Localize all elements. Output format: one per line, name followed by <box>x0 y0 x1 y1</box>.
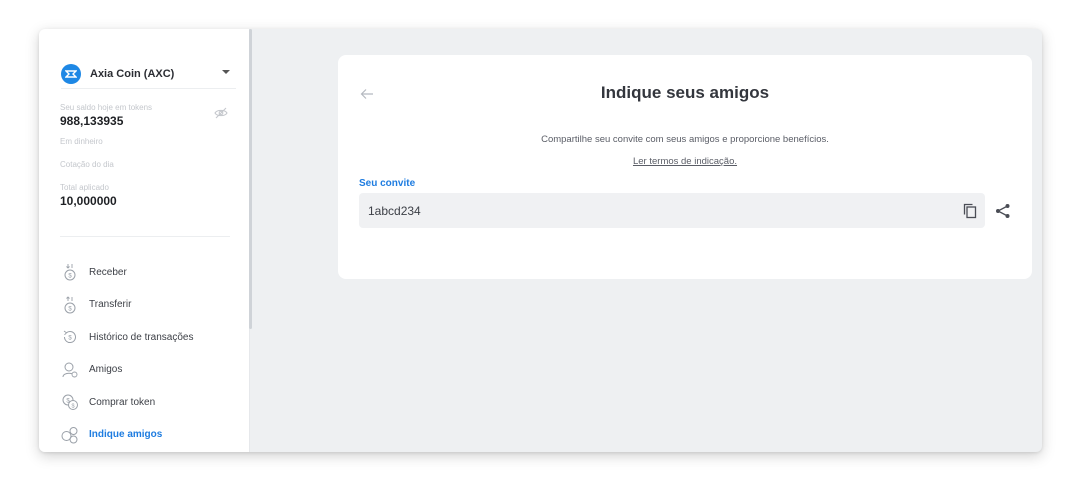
history-icon: $ <box>63 330 76 344</box>
buy-token-icon: $ $ <box>62 394 78 411</box>
sidebar-item-label: Amigos <box>89 364 123 376</box>
sidebar-item-label: Histórico de transações <box>89 331 194 343</box>
sidebar-menu: $ Receber $ Transferir $ Histórico de tr… <box>61 256 246 451</box>
card-description: Compartilhe seu convite com seus amigos … <box>541 134 829 145</box>
invite-label: Seu convite <box>359 178 416 189</box>
balance-cash-label: Em dinheiro <box>60 137 103 146</box>
page-title: Indique seus amigos <box>600 83 770 102</box>
sidebar-divider <box>60 236 230 237</box>
receive-icon: $ <box>64 264 76 281</box>
total-applied-label: Total aplicado <box>60 183 109 192</box>
coin-name: Axia Coin (AXC) <box>90 67 175 80</box>
svg-text:$: $ <box>68 336 72 342</box>
balance-tokens-label: Seu saldo hoje em tokens <box>60 103 153 112</box>
sidebar-item-label: Comprar token <box>89 396 156 408</box>
refer-friends-card: Indique seus amigos Compartilhe seu conv… <box>338 55 1032 279</box>
quote-label: Cotação do dia <box>60 160 114 169</box>
sidebar-item-indique-amigos[interactable]: Indique amigos <box>61 419 246 452</box>
friends-icon <box>62 362 78 378</box>
eye-off-icon[interactable] <box>214 107 228 119</box>
chevron-down-icon <box>222 70 230 74</box>
coin-selector[interactable]: Axia Coin (AXC) <box>61 59 236 89</box>
sidebar-item-label: Transferir <box>89 299 132 311</box>
sidebar: Axia Coin (AXC) Seu saldo hoje em tokens… <box>39 29 250 452</box>
coin-logo-icon <box>61 63 81 84</box>
share-icon[interactable] <box>995 203 1011 219</box>
invite-code-field[interactable]: 1abcd234 <box>359 193 985 228</box>
sidebar-item-receber[interactable]: $ Receber <box>61 256 246 289</box>
sidebar-item-historico[interactable]: $ Histórico de transações <box>61 321 246 354</box>
copy-icon[interactable] <box>963 203 977 219</box>
svg-text:$: $ <box>68 274 72 280</box>
sidebar-item-label: Indique amigos <box>89 429 163 441</box>
refer-friends-icon <box>61 426 78 444</box>
sidebar-item-comprar-token[interactable]: $ $ Comprar token <box>61 386 246 419</box>
terms-link[interactable]: Ler termos de indicação. <box>338 156 1032 167</box>
sidebar-scrollbar[interactable] <box>249 29 252 329</box>
invite-code: 1abcd234 <box>368 203 421 218</box>
sidebar-item-label: Receber <box>89 266 127 278</box>
transfer-icon: $ <box>64 296 76 314</box>
balance-tokens-value: 988,133935 <box>60 114 124 128</box>
sidebar-item-transferir[interactable]: $ Transferir <box>61 289 246 322</box>
svg-text:$: $ <box>71 404 74 410</box>
app-window: Axia Coin (AXC) Seu saldo hoje em tokens… <box>39 29 1042 452</box>
svg-text:$: $ <box>68 306 72 312</box>
total-applied-value: 10,000000 <box>60 194 117 208</box>
balance-stats: Seu saldo hoje em tokens 988,133935 Em d… <box>60 103 230 208</box>
sidebar-item-amigos[interactable]: Amigos <box>61 354 246 387</box>
